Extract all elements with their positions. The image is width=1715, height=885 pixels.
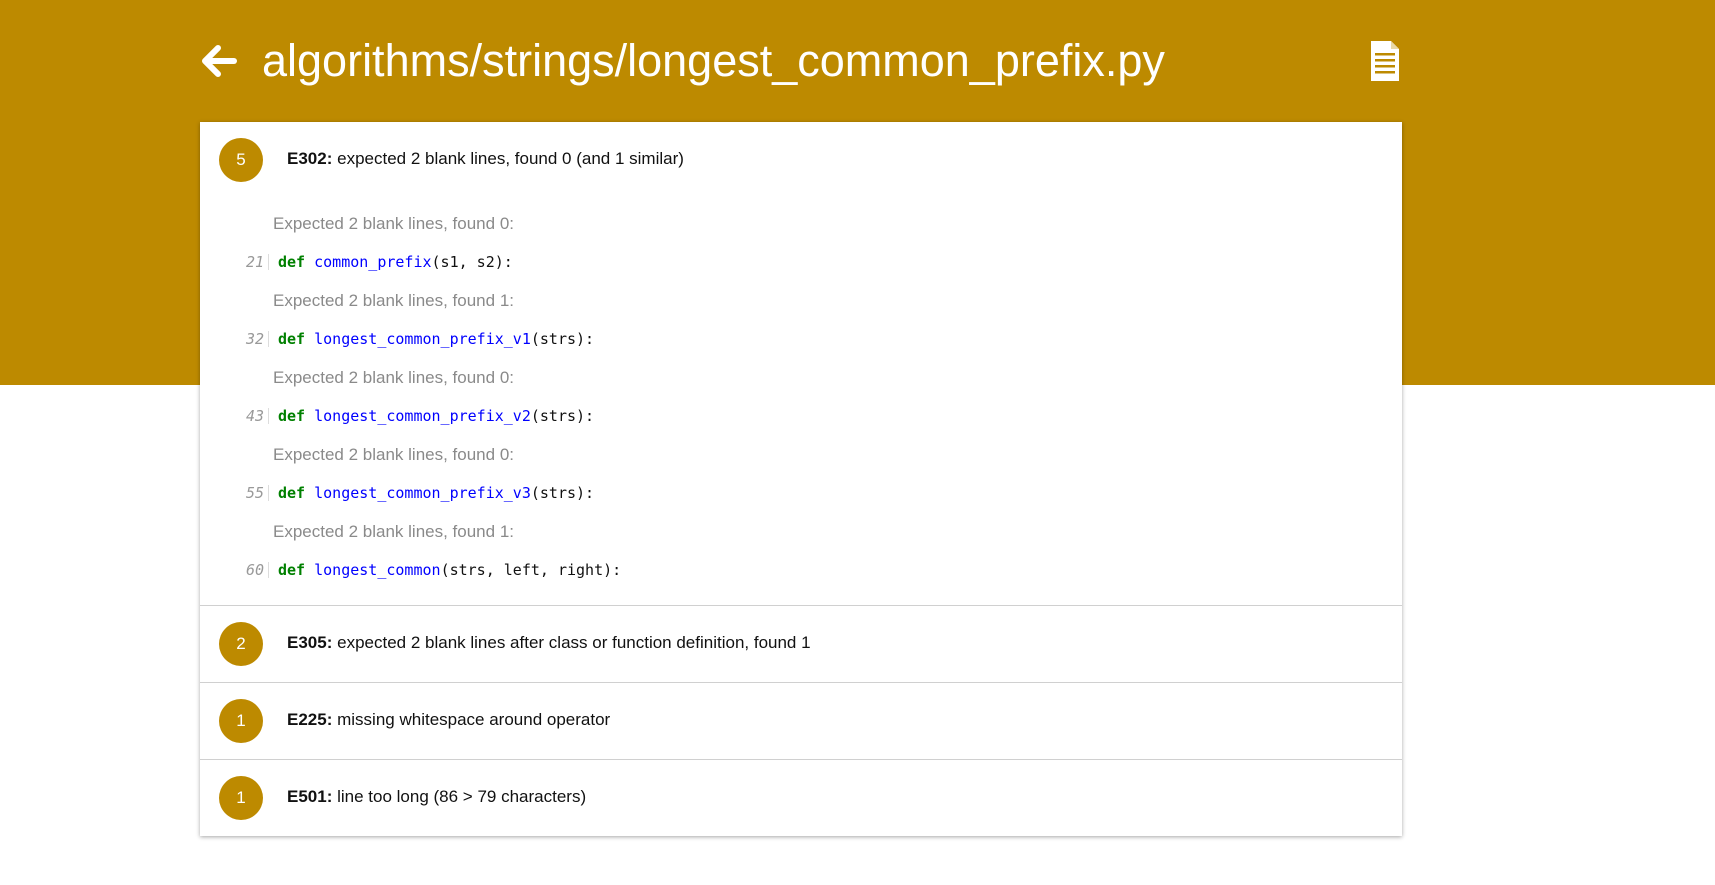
issue-message: expected 2 blank lines, found 0 (and 1 s… — [337, 149, 684, 168]
code-line: 60 def longest_common(strs, left, right)… — [200, 551, 1402, 589]
occurrence-description: Expected 2 blank lines, found 0: — [273, 368, 514, 387]
code-keyword: def — [278, 561, 306, 579]
issue-message: expected 2 blank lines after class or fu… — [337, 633, 811, 652]
issue-message: line too long (86 > 79 characters) — [337, 787, 587, 806]
page-header: algorithms/strings/longest_common_prefix… — [200, 30, 1402, 92]
code-keyword: def — [278, 407, 306, 425]
issue-code: E302: — [287, 149, 333, 168]
occurrence-description: Expected 2 blank lines, found 0: — [273, 445, 514, 464]
issues-card: 5 E302: expected 2 blank lines, found 0 … — [200, 122, 1402, 836]
issue-header[interactable]: 5 E302: expected 2 blank lines, found 0 … — [200, 122, 1402, 198]
issue-header[interactable]: 1 E225: missing whitespace around operat… — [200, 683, 1402, 759]
code-rest: (strs): — [530, 407, 595, 425]
issue-message: missing whitespace around operator — [337, 710, 611, 729]
code-function-name: common_prefix — [314, 253, 432, 271]
issue-item: 2 E305: expected 2 blank lines after cla… — [200, 606, 1402, 683]
code-function-name: longest_common — [314, 561, 441, 579]
code-function-name: longest_common_prefix_v2 — [314, 407, 531, 425]
count-badge: 2 — [219, 622, 263, 666]
line-number: 32 — [230, 331, 269, 347]
issue-code: E501: — [287, 787, 333, 806]
line-number: 21 — [230, 254, 269, 270]
issue-code: E225: — [287, 710, 333, 729]
occurrence-description: Expected 2 blank lines, found 1: — [273, 291, 514, 310]
code-text: def common_prefix(s1, s2): — [278, 243, 513, 281]
count-badge: 1 — [219, 776, 263, 820]
occurrence-description: Expected 2 blank lines, found 1: — [273, 522, 514, 541]
code-text: def longest_common(strs, left, right): — [278, 551, 621, 589]
issue-item: 1 E501: line too long (86 > 79 character… — [200, 760, 1402, 836]
code-keyword: def — [278, 253, 306, 271]
page-title: algorithms/strings/longest_common_prefix… — [262, 35, 1165, 86]
issue-code: E305: — [287, 633, 333, 652]
document-icon — [1371, 41, 1399, 81]
count-badge: 5 — [219, 138, 263, 182]
code-line: 43 def longest_common_prefix_v2(strs): — [200, 397, 1402, 435]
code-rest: (strs, left, right): — [440, 561, 622, 579]
code-line: 21 def common_prefix(s1, s2): — [200, 243, 1402, 281]
code-text: def longest_common_prefix_v2(strs): — [278, 397, 594, 435]
line-number: 60 — [230, 562, 269, 578]
issue-header[interactable]: 2 E305: expected 2 blank lines after cla… — [200, 606, 1402, 682]
code-keyword: def — [278, 330, 306, 348]
code-function-name: longest_common_prefix_v3 — [314, 484, 531, 502]
occurrence-description: Expected 2 blank lines, found 0: — [273, 214, 514, 233]
code-rest: (strs): — [530, 484, 595, 502]
issue-header[interactable]: 1 E501: line too long (86 > 79 character… — [200, 760, 1402, 836]
issue-summary: E501: line too long (86 > 79 characters) — [287, 787, 586, 807]
issue-summary: E225: missing whitespace around operator — [287, 710, 610, 730]
code-rest: (s1, s2): — [431, 253, 513, 271]
code-keyword: def — [278, 484, 306, 502]
arrow-left-icon — [202, 45, 237, 77]
file-view-button[interactable] — [1370, 40, 1400, 82]
code-line: 32 def longest_common_prefix_v1(strs): — [200, 320, 1402, 358]
issue-item: 5 E302: expected 2 blank lines, found 0 … — [200, 122, 1402, 606]
code-line: 55 def longest_common_prefix_v3(strs): — [200, 474, 1402, 512]
code-text: def longest_common_prefix_v1(strs): — [278, 320, 594, 358]
count-badge: 1 — [219, 699, 263, 743]
back-button[interactable] — [200, 42, 238, 80]
line-number: 43 — [230, 408, 269, 424]
line-number: 55 — [230, 485, 269, 501]
code-function-name: longest_common_prefix_v1 — [314, 330, 531, 348]
issue-item: 1 E225: missing whitespace around operat… — [200, 683, 1402, 760]
code-rest: (strs): — [530, 330, 595, 348]
issue-details: Expected 2 blank lines, found 0: 21 def … — [200, 198, 1402, 605]
issue-summary: E305: expected 2 blank lines after class… — [287, 633, 811, 653]
code-text: def longest_common_prefix_v3(strs): — [278, 474, 594, 512]
issue-summary: E302: expected 2 blank lines, found 0 (a… — [287, 149, 684, 169]
